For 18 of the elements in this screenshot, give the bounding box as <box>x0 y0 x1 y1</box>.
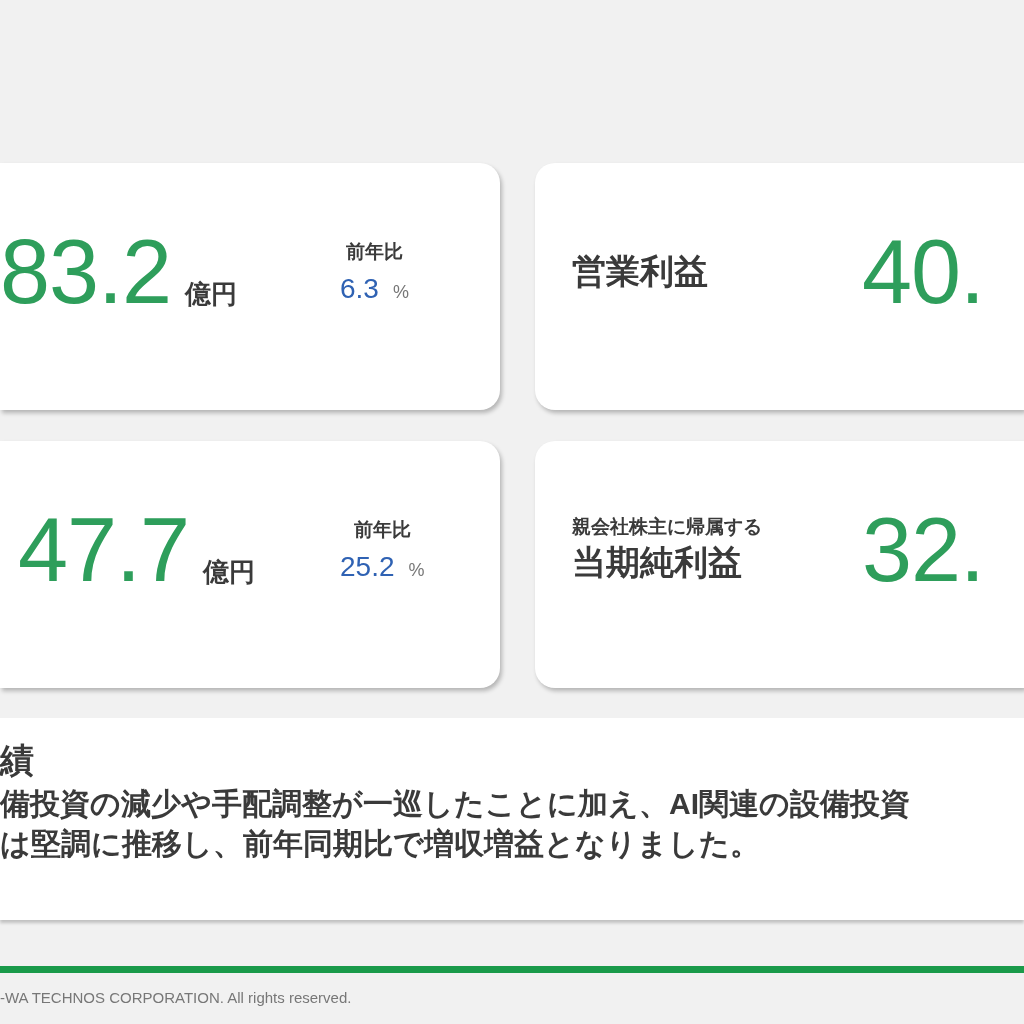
unit-label: 億円 <box>185 277 238 311</box>
summary-text: は堅調に推移し、前年同期比で増収増益となりました。 <box>0 826 761 862</box>
metric-sublabel: 親会社株主に帰属する <box>572 514 763 539</box>
percent-sign: % <box>408 559 425 581</box>
metric-label: 当期純利益 <box>572 541 743 583</box>
copyright-text: -WA TECHNOS CORPORATION. All rights reserved. <box>0 989 353 1006</box>
metric-value: 40. <box>862 226 985 317</box>
metric-value: 47.7 <box>18 504 190 595</box>
unit-label: 億円 <box>203 555 256 589</box>
metric-label: 営業利益 <box>572 250 709 292</box>
summary-text: 備投資の減少や手配調整が一巡したことに加え、AI関連の設備投資 <box>0 786 911 822</box>
change-label: 前年比 <box>353 517 411 542</box>
metric-value: 32. <box>862 504 985 595</box>
change-label: 前年比 <box>345 239 403 264</box>
metric-value: 83.2 <box>0 226 172 317</box>
percent-sign: % <box>392 281 409 303</box>
change-value: 6.3 <box>340 272 379 305</box>
change-value: 25.2 <box>340 550 395 583</box>
